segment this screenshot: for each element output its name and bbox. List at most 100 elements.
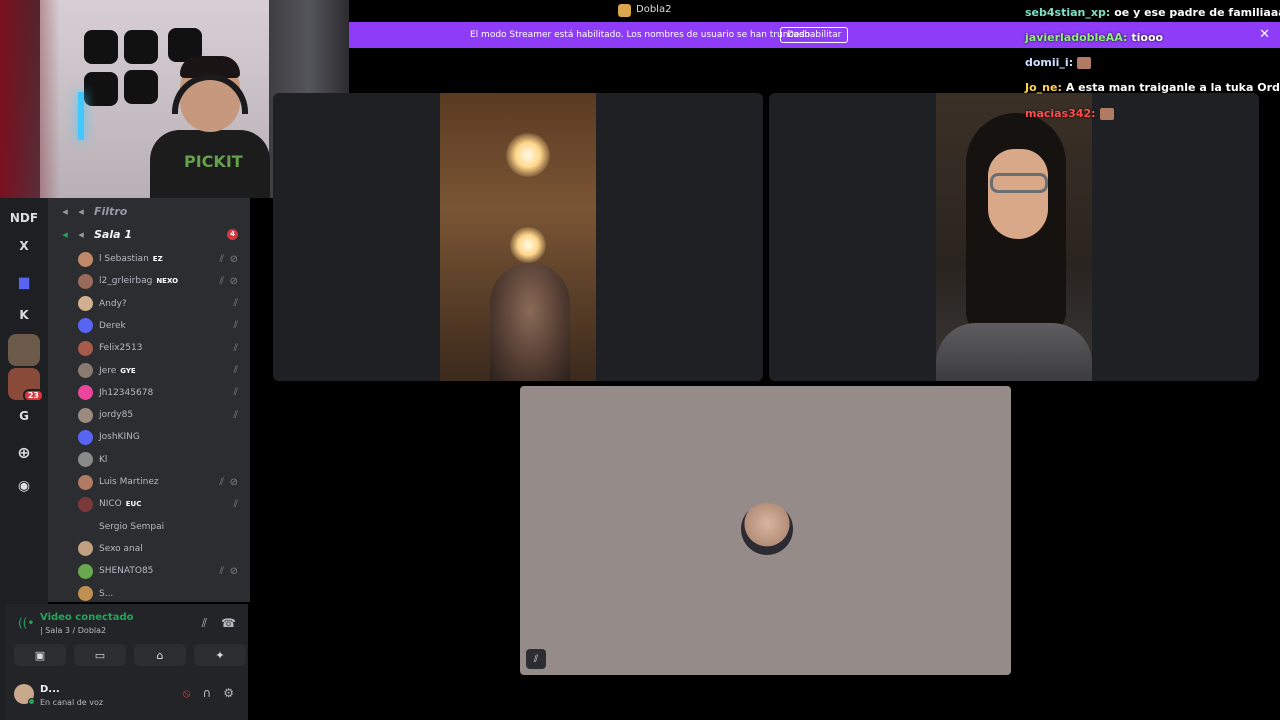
participant-face: [988, 149, 1048, 239]
video-tile[interactable]: [273, 93, 763, 381]
voice-member[interactable]: Sergio Sempai: [48, 516, 250, 538]
server-tag: GYE: [120, 366, 136, 375]
voice-member[interactable]: Sexo anal: [48, 538, 250, 560]
avatar: [78, 563, 93, 579]
voice-member[interactable]: l2_grleirbag NEXO ⫽ ⊘: [48, 270, 250, 292]
shirt-print: PICKIT: [184, 152, 243, 171]
mic-muted-icon: ⫽: [219, 476, 224, 488]
mic-muted-icon: ⫽: [233, 298, 238, 310]
disconnect-icon[interactable]: ☎: [221, 616, 236, 631]
avatar: [78, 519, 93, 535]
connection-icon[interactable]: ((•: [18, 616, 34, 630]
member-name: NICO: [99, 499, 122, 510]
server-k-label: K: [19, 308, 29, 322]
avatar: [78, 496, 93, 512]
participant-knees: [936, 323, 1092, 381]
mic-muted-icon[interactable]: ⫽: [526, 649, 546, 669]
chat-username: domii_i:: [1025, 56, 1074, 69]
mic-muted-icon[interactable]: ⦸: [183, 686, 191, 701]
member-name: Derek: [99, 320, 126, 331]
mic-muted-icon: ⫽: [233, 409, 238, 421]
voice-member[interactable]: Jere GYE ⫽: [48, 360, 250, 382]
noise-suppression-icon[interactable]: ⫽: [202, 616, 207, 631]
acoustic-panel: [84, 30, 118, 64]
banner-text: El modo Streamer está habilitado. Los no…: [470, 30, 813, 40]
avatar: [78, 340, 93, 356]
chat-username: Jo_ne:: [1025, 81, 1062, 94]
speaker-icon: ◂: [62, 204, 68, 218]
chat-message: domii_i:: [1025, 56, 1092, 74]
member-name: Felix2513: [99, 343, 143, 354]
server-tag: EZ: [152, 255, 163, 263]
folder-icon[interactable]: ▆: [8, 266, 40, 298]
voice-member[interactable]: l Sebastian EZ ⫽ ⊘: [48, 248, 250, 270]
server-avatar[interactable]: 23: [8, 368, 44, 402]
camera-off-button[interactable]: ▣: [14, 644, 66, 666]
server-g-label: G: [19, 409, 29, 423]
disable-button[interactable]: Deshabilitar: [780, 27, 849, 43]
ceiling-light: [510, 227, 546, 263]
voice-member[interactable]: S...: [48, 583, 250, 603]
member-name: Sexo anal: [99, 543, 143, 554]
video-tile[interactable]: [769, 93, 1259, 381]
chat-message: macias342:: [1025, 107, 1114, 125]
mic-muted-icon: ⫽: [219, 253, 224, 265]
voice-member[interactable]: Jh12345678 ⫽: [48, 382, 250, 404]
close-icon[interactable]: ✕: [1259, 27, 1270, 42]
channel-filtro[interactable]: ◂ ◂ Filtro: [48, 201, 250, 221]
chat-message: Jo_ne: A esta man traiganle a la tuka Ord…: [1025, 81, 1280, 99]
chat-username: macias342:: [1025, 107, 1096, 120]
activities-button[interactable]: ⌂: [134, 644, 186, 666]
gear-icon[interactable]: ⚙: [223, 686, 234, 701]
discover-icon[interactable]: ◉: [8, 470, 40, 502]
mic-muted-icon: ⫽: [233, 320, 238, 332]
server-avatar[interactable]: [8, 334, 40, 366]
voice-member[interactable]: JoshKING: [48, 426, 250, 448]
app-icon: [618, 4, 631, 17]
channel-label: Sala 1: [94, 227, 133, 241]
server-x-label: X: [19, 239, 29, 253]
avatar: [78, 363, 93, 378]
user-name: D...: [40, 684, 60, 695]
mic-muted-icon: ⫽: [233, 365, 238, 376]
participant-avatar: [741, 503, 793, 555]
voice-member[interactable]: Kl: [48, 449, 250, 471]
voice-member[interactable]: Luis Martinez ⫽ ⊘: [48, 471, 250, 493]
participant-face: [490, 263, 570, 381]
member-name: Jh12345678: [99, 387, 154, 398]
user-controls: ⦸ ∩ ⚙: [183, 686, 234, 701]
ceiling-light: [506, 133, 550, 177]
voice-member[interactable]: Andy? ⫽: [48, 293, 250, 315]
video-feed: [936, 93, 1092, 381]
chat-message: seb4stian_xp:oe y ese padre de familiaaa…: [1025, 6, 1280, 24]
speaker-icon: ◂: [62, 227, 68, 241]
mic-muted-icon: ⫽: [219, 565, 224, 577]
avatar: [78, 318, 93, 334]
chat-message: javierladobleAA: tiooo: [1025, 31, 1163, 49]
headphones-icon[interactable]: ∩: [202, 686, 211, 701]
deafened-icon: ⊘: [229, 565, 238, 577]
voice-member[interactable]: jordy85 ⫽: [48, 404, 250, 426]
voice-status: Video conectado: [40, 612, 134, 623]
voice-member[interactable]: Derek ⫽: [48, 315, 250, 337]
server-k[interactable]: K: [8, 299, 40, 331]
chat-username: seb4stian_xp:: [1025, 6, 1111, 19]
server-g[interactable]: G: [8, 400, 40, 432]
voice-location: | Sala 3 / Dobla2: [40, 626, 107, 635]
channel-sala-1[interactable]: ◂ ◂ Sala 1 4: [48, 224, 250, 244]
member-name: Andy?: [99, 298, 127, 309]
channel-label: Filtro: [94, 204, 128, 218]
screen-share-button[interactable]: ▭: [74, 644, 126, 666]
soundboard-button[interactable]: ✦: [194, 644, 246, 666]
voice-actions: ⫽ ☎: [202, 616, 236, 631]
server-x[interactable]: X: [8, 230, 40, 262]
voice-member[interactable]: SHENATO85 ⫽ ⊘: [48, 560, 250, 582]
add-server-icon[interactable]: ⊕: [8, 436, 40, 468]
emote-icon: [1077, 57, 1092, 69]
audio-only-tile[interactable]: ⫽: [520, 386, 1011, 675]
avatar: [78, 586, 93, 601]
voice-member[interactable]: NICO EUC ⫽: [48, 493, 250, 515]
voice-member[interactable]: Felix2513 ⫽: [48, 337, 250, 359]
member-name: jordy85: [99, 410, 134, 421]
member-name: Kl: [99, 454, 108, 465]
